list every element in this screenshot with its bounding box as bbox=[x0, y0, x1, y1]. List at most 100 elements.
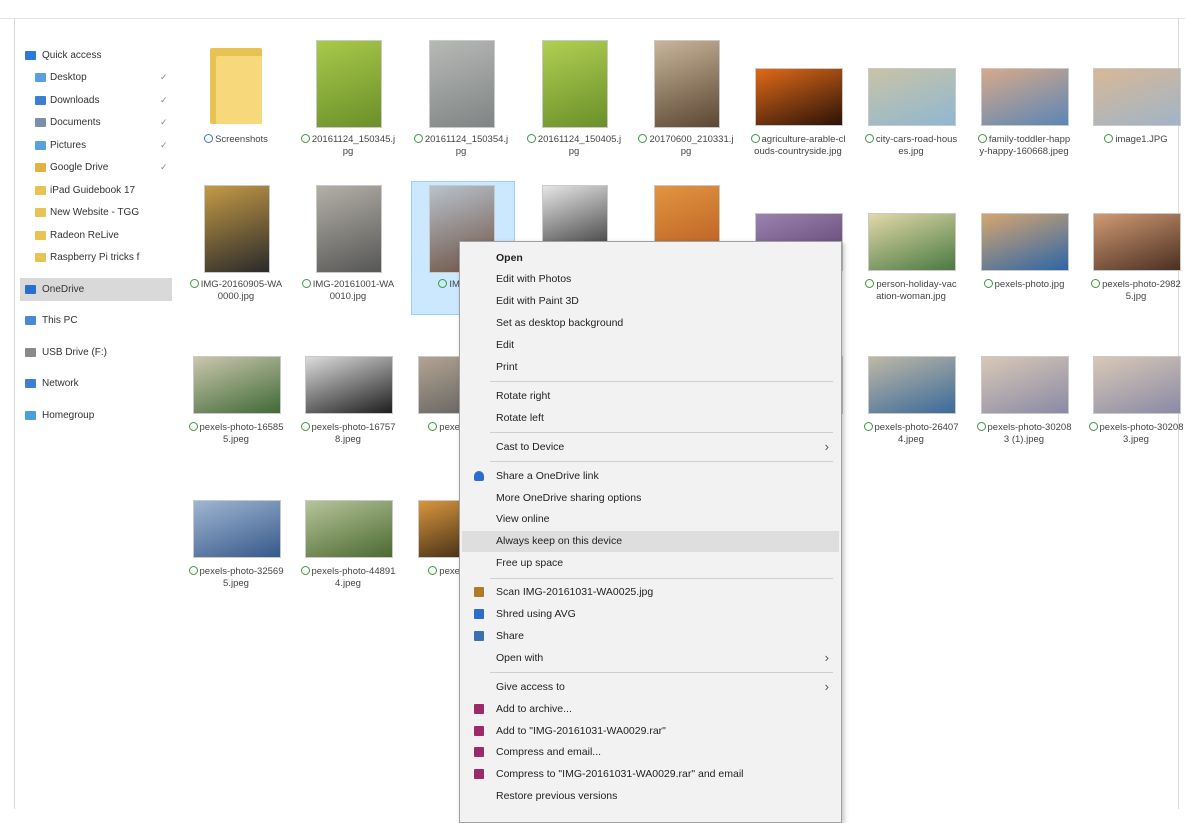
sidebar-item-raspberry-pi-tricks-f[interactable]: Raspberry Pi tricks f bbox=[20, 247, 172, 270]
archive-icon bbox=[474, 725, 484, 736]
sidebar-item-label: This PC bbox=[42, 315, 78, 327]
sidebar-item-this-pc[interactable]: This PC bbox=[20, 310, 172, 333]
file-name-text: pexels-photo-29825.jpg bbox=[1102, 279, 1181, 302]
menu-item-edit[interactable]: Edit bbox=[462, 335, 839, 356]
image-thumbnail bbox=[542, 40, 608, 128]
menu-item-rotate-left[interactable]: Rotate left bbox=[462, 407, 839, 428]
folder-icon bbox=[35, 140, 46, 150]
menu-item-label: Share a OneDrive link bbox=[496, 469, 599, 482]
menu-item-label: Rotate right bbox=[496, 389, 551, 402]
folder-icon bbox=[35, 95, 46, 105]
menu-item-edit-with-paint-3d[interactable]: Edit with Paint 3D bbox=[462, 291, 839, 312]
synced-check-icon bbox=[526, 134, 536, 143]
menu-item-share-a-onedrive-link[interactable]: Share a OneDrive link bbox=[462, 465, 839, 486]
file-name-text: pexels-photo-167578.jpeg bbox=[311, 422, 396, 445]
image-thumbnail bbox=[193, 356, 281, 414]
synced-check-icon bbox=[865, 279, 875, 288]
pin-icon: ✓ bbox=[160, 139, 168, 150]
menu-item-add-to-img-20161031-wa0029-rar[interactable]: Add to "IMG-20161031-WA0029.rar" bbox=[462, 720, 839, 741]
sidebar-item-pictures[interactable]: Pictures ✓ bbox=[20, 134, 172, 157]
file-name-text: city-cars-road-houses.jpg bbox=[875, 134, 958, 157]
menu-item-label: Always keep on this device bbox=[496, 535, 623, 548]
menu-item-restore-previous-versions[interactable]: Restore previous versions bbox=[462, 786, 839, 807]
sidebar-item-usb-drive-f[interactable]: USB Drive (F:) bbox=[20, 341, 172, 364]
image-thumbnail bbox=[204, 185, 270, 273]
menu-item-label: More OneDrive sharing options bbox=[496, 491, 642, 504]
folder-icon bbox=[35, 163, 46, 173]
menu-item-compress-to-img-20161031-wa0029-rar-and-email[interactable]: Compress to "IMG-20161031-WA0029.rar" an… bbox=[462, 764, 839, 785]
menu-item-give-access-to[interactable]: Give access to › bbox=[462, 676, 839, 697]
sidebar-item-documents[interactable]: Documents ✓ bbox=[20, 112, 172, 135]
menu-item-add-to-archive[interactable]: Add to archive... bbox=[462, 698, 839, 719]
menu-separator bbox=[490, 461, 833, 463]
sidebar-item-ipad-guidebook-17[interactable]: iPad Guidebook 17 bbox=[20, 179, 172, 202]
image-thumbnail bbox=[429, 40, 495, 128]
menu-item-label: Give access to bbox=[496, 680, 565, 693]
menu-item-edit-with-photos[interactable]: Edit with Photos bbox=[462, 269, 839, 290]
file-name: 20161124_150354.jpg bbox=[413, 134, 509, 158]
synced-check-icon bbox=[188, 566, 198, 575]
menu-item-scan-img-20161031-wa0025-jpg[interactable]: Scan IMG-20161031-WA0025.jpg bbox=[462, 582, 839, 603]
menu-item-rotate-right[interactable]: Rotate right bbox=[462, 385, 839, 406]
menu-item-always-keep-on-this-device[interactable]: Always keep on this device bbox=[462, 530, 839, 552]
image-thumbnail bbox=[1093, 68, 1181, 126]
menu-item-shred-using-avg[interactable]: Shred using AVG bbox=[462, 604, 839, 625]
menu-separator bbox=[490, 432, 833, 434]
file-name: 20170600_210331.jpg bbox=[638, 134, 734, 158]
pin-icon: ✓ bbox=[160, 117, 168, 128]
sidebar-item-desktop[interactable]: Desktop ✓ bbox=[20, 67, 172, 90]
sidebar-item-new-website-tgg[interactable]: New Website - TGG bbox=[20, 202, 172, 225]
folder-icon bbox=[35, 230, 46, 240]
chevron-right-icon: › bbox=[824, 679, 829, 695]
menu-item-set-as-desktop-background[interactable]: Set as desktop background bbox=[462, 313, 839, 334]
file-name: pexels-photo-165855.jpeg bbox=[188, 422, 284, 446]
sidebar-item-google-drive[interactable]: Google Drive ✓ bbox=[20, 157, 172, 180]
scan-icon bbox=[474, 587, 484, 598]
file-name-text: 20161124_150405.jpg bbox=[537, 134, 622, 157]
sidebar-item-radeon-relive[interactable]: Radeon ReLive bbox=[20, 224, 172, 247]
menu-item-free-up-space[interactable]: Free up space bbox=[462, 553, 839, 574]
synced-check-icon bbox=[301, 279, 311, 288]
image-thumbnail bbox=[316, 40, 382, 128]
menu-item-label: Compress to "IMG-20161031-WA0029.rar" an… bbox=[496, 768, 744, 781]
sidebar-item-quick-access[interactable]: Quick access bbox=[20, 44, 172, 67]
menu-item-share[interactable]: Share bbox=[462, 625, 839, 646]
menu-item-cast-to-device[interactable]: Cast to Device › bbox=[462, 436, 839, 457]
pin-icon: ✓ bbox=[160, 72, 168, 83]
sidebar-item-homegroup[interactable]: Homegroup bbox=[20, 404, 172, 427]
location-icon bbox=[25, 316, 36, 326]
file-name-text: IMG-20161001-WA0010.jpg bbox=[312, 279, 395, 302]
file-name: person-holiday-vacation-woman.jpg bbox=[863, 279, 959, 303]
file-name-text: pexels-photo-302083.jpeg bbox=[1099, 422, 1184, 445]
menu-item-view-online[interactable]: View online bbox=[462, 509, 839, 530]
synced-check-icon bbox=[983, 279, 993, 288]
menu-item-open[interactable]: Open bbox=[462, 247, 839, 268]
menu-item-open-with[interactable]: Open with › bbox=[462, 647, 839, 668]
sidebar-item-downloads[interactable]: Downloads ✓ bbox=[20, 89, 172, 112]
synced-check-icon bbox=[863, 422, 873, 431]
cloud-status-icon bbox=[204, 134, 214, 143]
sidebar-item-label: Network bbox=[42, 378, 79, 390]
sidebar-item-label: Pictures bbox=[50, 139, 87, 151]
pin-icon: ✓ bbox=[160, 94, 168, 105]
file-name-text: 20161124_150345.jpg bbox=[311, 134, 396, 157]
sidebar-item-onedrive[interactable]: OneDrive bbox=[20, 278, 172, 301]
menu-item-compress-and-email[interactable]: Compress and email... bbox=[462, 742, 839, 763]
archive-icon bbox=[474, 747, 484, 758]
synced-check-icon bbox=[864, 134, 874, 143]
image-thumbnail bbox=[316, 185, 382, 273]
file-name-text: pexels-photo-448914.jpeg bbox=[311, 566, 396, 589]
menu-item-label: Edit with Photos bbox=[496, 273, 572, 286]
synced-check-icon bbox=[413, 134, 423, 143]
file-name: IMG-20161001-WA0010.jpg bbox=[300, 279, 396, 303]
folder-icon bbox=[35, 118, 46, 128]
context-menu: Open Edit with Photos Edit with Paint 3D Se… bbox=[459, 241, 842, 823]
synced-check-icon bbox=[428, 566, 438, 575]
file-name-text: image1.JPG bbox=[1115, 134, 1168, 145]
sidebar-item-label: Radeon ReLive bbox=[50, 229, 119, 241]
file-name: pexels-photo-302083 (1).jpeg bbox=[976, 422, 1072, 446]
menu-item-print[interactable]: Print bbox=[462, 357, 839, 378]
menu-item-more-onedrive-sharing-options[interactable]: More OneDrive sharing options bbox=[462, 487, 839, 508]
sidebar-item-network[interactable]: Network bbox=[20, 373, 172, 396]
file-name-text: family-toddler-happy-happy-160668.jpeg bbox=[979, 134, 1071, 157]
